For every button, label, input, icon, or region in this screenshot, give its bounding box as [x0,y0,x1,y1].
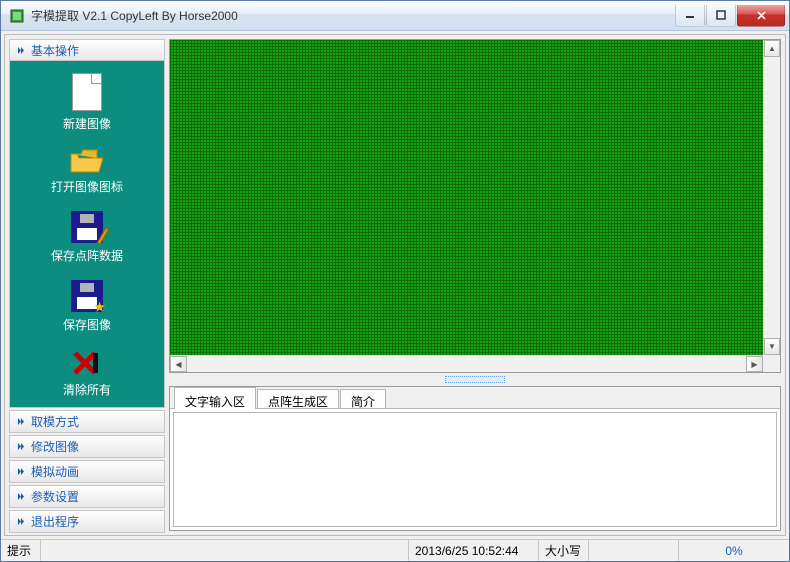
tab-label: 文字输入区 [185,395,245,409]
sidebar-header-basic[interactable]: 基本操作 [10,40,164,61]
tab-body [170,409,780,530]
sidebar-panel-exit: 退出程序 [9,510,165,533]
scroll-corner [763,355,780,372]
sidebar-item-label: 清除所有 [63,381,111,398]
close-button[interactable] [737,5,785,27]
sidebar-panel-modify-image: 修改图像 [9,435,165,458]
app-icon [9,8,25,24]
status-progress: 0% [679,540,789,561]
vertical-scrollbar[interactable]: ▲ ▼ [763,40,780,355]
sidebar-header-label: 模拟动画 [31,463,79,480]
sidebar-header[interactable]: 修改图像 [10,436,164,457]
splitter[interactable] [169,375,781,384]
sidebar-header-label: 修改图像 [31,438,79,455]
sidebar-item-new-image[interactable]: 新建图像 [10,73,164,132]
sidebar-body: 新建图像 打开图像图标 保存点阵数据 ★ 保存图像 [10,61,164,407]
scroll-down-button[interactable]: ▼ [764,338,780,355]
tab-text-input[interactable]: 文字输入区 [174,387,256,408]
sidebar: 基本操作 新建图像 打开图像图标 保存点阵数据 [5,35,165,535]
sidebar-item-open-image[interactable]: 打开图像图标 [10,148,164,195]
scroll-right-button[interactable]: ▶ [746,356,763,372]
sidebar-item-save-matrix[interactable]: 保存点阵数据 [10,211,164,264]
sidebar-panel-extract-mode: 取模方式 [9,410,165,433]
tab-label: 点阵生成区 [268,395,328,409]
status-caps: 大小写 [539,540,589,561]
tab-label: 简介 [351,395,375,409]
chevron-icon [16,467,25,476]
status-spacer [41,540,409,561]
splitter-grip-icon [445,376,505,383]
statusbar: 提示 2013/6/25 10:52:44 大小写 0% [1,539,789,561]
app-window: 字模提取 V2.1 CopyLeft By Horse2000 基本操作 新建图… [0,0,790,562]
client-area: 基本操作 新建图像 打开图像图标 保存点阵数据 [4,34,786,536]
horizontal-scrollbar[interactable]: ◀ ▶ [170,355,763,372]
sidebar-panel-settings: 参数设置 [9,485,165,508]
tab-strip: 文字输入区 点阵生成区 简介 [170,387,780,409]
chevron-icon [16,417,25,426]
status-blank [589,540,679,561]
chevron-icon [16,517,25,526]
sidebar-item-clear-all[interactable]: 清除所有 [10,349,164,398]
sidebar-item-label: 打开图像图标 [51,178,123,195]
canvas-scroll: ▲ ▼ ◀ ▶ [170,40,780,372]
clear-icon [71,349,103,377]
folder-icon [69,148,105,174]
titlebar[interactable]: 字模提取 V2.1 CopyLeft By Horse2000 [1,1,789,31]
sidebar-panel-basic: 基本操作 新建图像 打开图像图标 保存点阵数据 [9,39,165,408]
scroll-left-button[interactable]: ◀ [170,356,187,372]
sidebar-header-label: 取模方式 [31,413,79,430]
sidebar-header-label: 退出程序 [31,513,79,530]
bottom-tabs-panel: 文字输入区 点阵生成区 简介 [169,386,781,531]
chevron-icon [16,442,25,451]
canvas-frame: ▲ ▼ ◀ ▶ [169,39,781,373]
sidebar-header-label: 参数设置 [31,488,79,505]
chevron-icon [16,492,25,501]
sidebar-item-label: 保存点阵数据 [51,247,123,264]
sidebar-item-label: 保存图像 [63,316,111,333]
sidebar-header[interactable]: 退出程序 [10,511,164,532]
status-hint-label: 提示 [1,540,41,561]
sidebar-header-label: 基本操作 [31,42,79,59]
scroll-up-button[interactable]: ▲ [764,40,780,57]
tab-about[interactable]: 简介 [340,389,386,408]
minimize-button[interactable] [675,5,705,27]
main-area: ▲ ▼ ◀ ▶ 文字输入区 点阵生成区 简介 [165,35,785,535]
floppy-save-icon [71,211,103,243]
new-file-icon [72,73,102,111]
floppy-save-star-icon: ★ [71,280,103,312]
status-datetime: 2013/6/25 10:52:44 [409,540,539,561]
text-input-area[interactable] [173,412,777,527]
window-controls [675,5,785,27]
pixel-grid-canvas[interactable] [170,40,763,355]
window-title: 字模提取 V2.1 CopyLeft By Horse2000 [31,7,675,24]
chevron-icon [16,46,25,55]
maximize-button[interactable] [706,5,736,27]
sidebar-item-label: 新建图像 [63,115,111,132]
tab-matrix-output[interactable]: 点阵生成区 [257,389,339,408]
sidebar-header[interactable]: 参数设置 [10,486,164,507]
sidebar-header[interactable]: 模拟动画 [10,461,164,482]
sidebar-panel-simulate: 模拟动画 [9,460,165,483]
sidebar-item-save-image[interactable]: ★ 保存图像 [10,280,164,333]
sidebar-header[interactable]: 取模方式 [10,411,164,432]
